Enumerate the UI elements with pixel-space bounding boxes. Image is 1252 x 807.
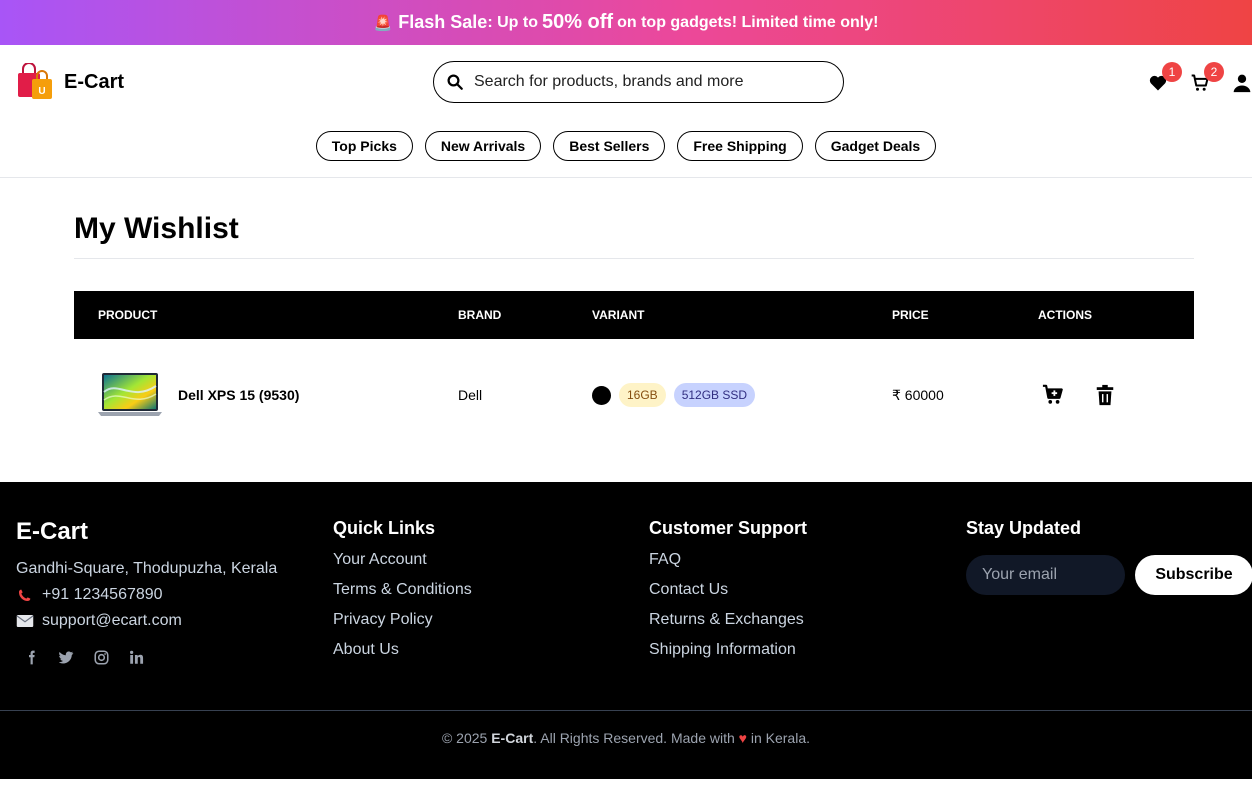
footer-address: Gandhi-Square, Thodupuzha, Kerala: [16, 560, 278, 577]
svg-text:U: U: [38, 86, 45, 97]
footer-email[interactable]: support@ecart.com: [42, 612, 182, 630]
footer-link-shipping[interactable]: Shipping Information: [649, 641, 807, 659]
footer-link-contact[interactable]: Contact Us: [649, 581, 807, 599]
category-pills: Top Picks New Arrivals Best Sellers Free…: [0, 121, 1252, 178]
flash-sale-banner: 🚨 Flash Sale : Up to 50% off on top gadg…: [0, 0, 1252, 45]
footer-support-column: Customer Support FAQ Contact Us Returns …: [649, 518, 807, 659]
ram-tag: 16GB: [619, 383, 666, 407]
newsletter-heading: Stay Updated: [966, 518, 1082, 538]
trash-icon[interactable]: [1094, 384, 1116, 406]
category-pill-best-sellers[interactable]: Best Sellers: [553, 131, 666, 161]
shopping-bag-logo-icon: U: [18, 63, 52, 99]
copyright-suffix: in Kerala.: [750, 730, 811, 746]
social-links: [24, 650, 277, 665]
column-header-product: Product: [98, 308, 158, 322]
category-pill-top-picks[interactable]: Top Picks: [315, 131, 413, 161]
footer-brand: E-Cart: [16, 518, 89, 545]
footer-link-faq[interactable]: FAQ: [649, 551, 807, 569]
site-header: U E-Cart 1 2: [0, 45, 1252, 121]
wishlist-section: My Wishlist Product Brand Variant Price …: [0, 178, 1252, 482]
user-icon: [1233, 74, 1251, 93]
newsletter-email-input[interactable]: [966, 555, 1125, 595]
footer-link-privacy[interactable]: Privacy Policy: [333, 611, 472, 629]
copyright-prefix: © 2025: [441, 730, 488, 746]
variant-cell: 16GB 512GB SSD: [592, 339, 892, 451]
price-cell: ₹ 60000: [892, 386, 944, 403]
category-pill-new-arrivals[interactable]: New Arrivals: [424, 131, 542, 161]
brand-cell: Dell: [458, 387, 483, 403]
footer-email-row: support@ecart.com: [16, 612, 277, 630]
header-actions: 1 2: [1126, 62, 1252, 93]
actions-cell: [1038, 339, 1194, 451]
footer-link-returns[interactable]: Returns & Exchanges: [649, 611, 807, 629]
storage-tag: 512GB SSD: [673, 383, 756, 407]
footer-copyright: © 2025 E-Cart. All Rights Reserved. Made…: [0, 710, 1252, 746]
phone-icon: [19, 589, 31, 601]
flash-sale-suffix: on top gadgets! Limited time only!: [617, 13, 879, 31]
page-title: My Wishlist: [74, 178, 1194, 259]
footer-phone[interactable]: +91 1234567890: [42, 586, 163, 604]
product-thumbnail[interactable]: [98, 372, 162, 418]
site-footer: E-Cart Gandhi-Square, Thodupuzha, Kerala…: [0, 482, 1252, 779]
twitter-icon[interactable]: [59, 650, 74, 665]
footer-newsletter-column: Stay Updated Subscribe: [966, 518, 1252, 595]
color-swatch: [592, 385, 611, 405]
subscribe-button[interactable]: Subscribe: [1135, 555, 1252, 595]
product-name[interactable]: Dell XPS 15 (9530): [178, 387, 299, 403]
table-header-row: Product Brand Variant Price Actions: [74, 291, 1194, 339]
customer-support-heading: Customer Support: [649, 518, 808, 538]
wishlist-table: Product Brand Variant Price Actions: [74, 291, 1194, 451]
product-cell: Dell XPS 15 (9530): [74, 339, 458, 451]
search-input[interactable]: [474, 73, 814, 91]
copyright-brand: E-Cart: [491, 730, 534, 746]
footer-link-terms[interactable]: Terms & Conditions: [333, 581, 472, 599]
siren-icon: 🚨: [373, 14, 393, 32]
cart-button[interactable]: 2: [1190, 62, 1224, 93]
footer-contact-column: E-Cart Gandhi-Square, Thodupuzha, Kerala…: [16, 518, 277, 665]
footer-phone-row: +91 1234567890: [16, 586, 277, 604]
category-pill-gadget-deals[interactable]: Gadget Deals: [814, 131, 937, 161]
flash-sale-percent: 50% off: [541, 11, 614, 33]
logo[interactable]: U E-Cart: [16, 63, 124, 101]
copyright-mid: . All Rights Reserved. Made with: [533, 730, 735, 746]
category-pill-free-shipping[interactable]: Free Shipping: [677, 131, 803, 161]
footer-link-about[interactable]: About Us: [333, 641, 472, 659]
column-header-brand: Brand: [458, 308, 502, 322]
quick-links-heading: Quick Links: [333, 518, 436, 538]
search-icon: [447, 74, 463, 90]
wishlist-button[interactable]: 1: [1148, 62, 1182, 93]
column-header-variant: Variant: [592, 308, 645, 322]
account-button[interactable]: [1232, 73, 1252, 93]
footer-quick-links-column: Quick Links Your Account Terms & Conditi…: [333, 518, 472, 659]
column-header-actions: Actions: [1038, 308, 1092, 322]
add-to-cart-icon[interactable]: [1042, 384, 1064, 406]
cart-count-badge: 2: [1204, 62, 1224, 82]
table-row: Dell XPS 15 (9530) Dell 16GB 512GB SSD ₹…: [74, 339, 1194, 451]
logo-text: E-Cart: [64, 70, 125, 93]
facebook-icon[interactable]: [24, 650, 39, 665]
mail-icon: [16, 615, 34, 627]
flash-sale-prefix: : Up to: [487, 13, 538, 31]
search-bar[interactable]: [433, 61, 844, 103]
newsletter-form: Subscribe: [966, 555, 1252, 595]
column-header-price: Price: [892, 308, 929, 322]
linkedin-icon[interactable]: [129, 650, 144, 665]
footer-link-your-account[interactable]: Your Account: [333, 551, 472, 569]
wishlist-count-badge: 1: [1162, 62, 1182, 82]
instagram-icon[interactable]: [94, 650, 109, 665]
heart-icon: ♥: [738, 730, 747, 746]
flash-sale-label: Flash Sale: [398, 12, 488, 32]
